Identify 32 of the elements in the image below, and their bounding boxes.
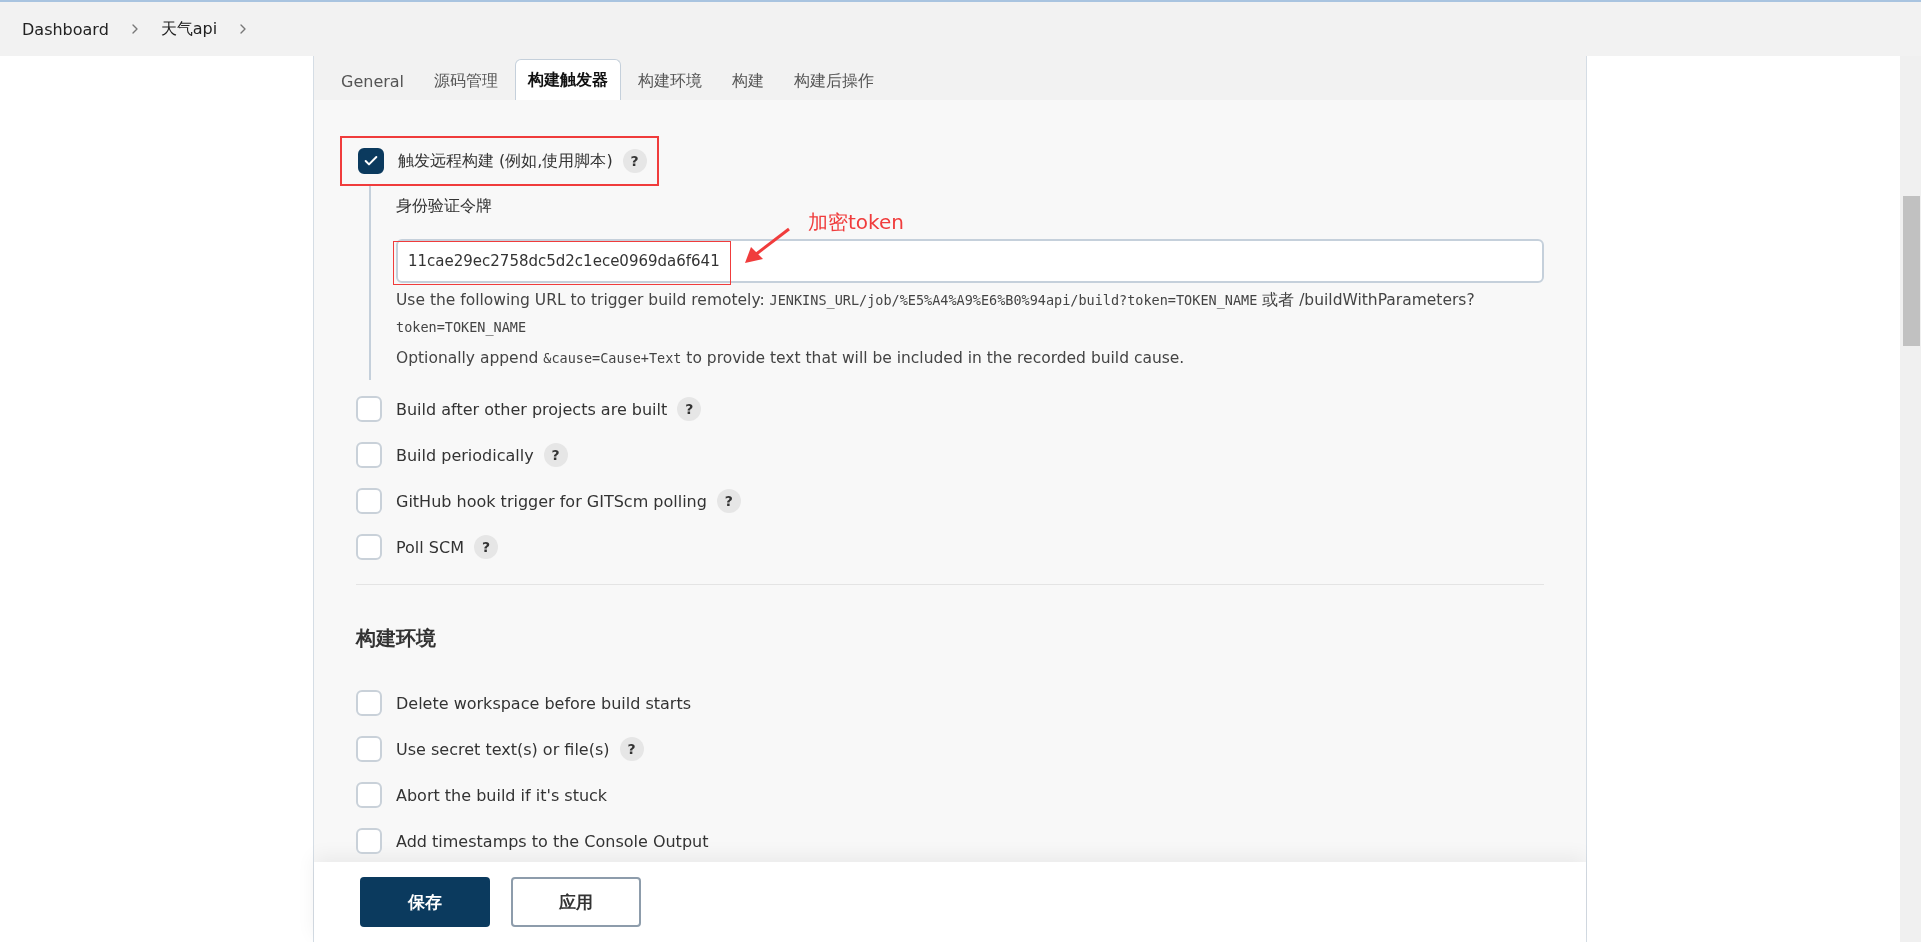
tab[interactable]: 构建 (719, 61, 778, 100)
checkbox-label: Poll SCM (396, 537, 464, 557)
breadcrumb-link[interactable]: Dashboard (22, 19, 109, 39)
token-input-field[interactable]: 11cae29ec2758dc5d2c1ece0969da6f641 (396, 239, 1544, 283)
help-icon[interactable]: ? (474, 535, 498, 559)
tab[interactable]: 构建环境 (625, 61, 716, 100)
checkbox-label: Build after other projects are built (396, 399, 668, 419)
tab[interactable]: 源码管理 (421, 61, 512, 100)
help-text: Use the following URL to trigger build remotely: JENKINS_URL/job/%E5%A4%A9%E6%B0%94api/build?token=TOKEN_NAME 或者 /buildWithParameters? token=TOKEN_NAME (396, 290, 1476, 338)
help-icon[interactable]: ? (677, 397, 702, 421)
checkbox-label: 触发远程构建 (例如,使用脚本) (398, 150, 613, 172)
annotation-text: 加密token (808, 209, 904, 236)
tab[interactable]: 构建后操作 (781, 61, 888, 100)
help-icon[interactable]: ? (619, 737, 644, 761)
help-text: Optionally append &cause=Cause+Text to provide text that will be included in the recorded build cause. (396, 348, 1186, 369)
field-label: 身份验证令牌 (396, 196, 492, 217)
checkbox[interactable] (358, 148, 384, 174)
checkbox-label: Add timestamps to the Console Output (396, 831, 709, 851)
apply-button[interactable]: 应用 (511, 877, 641, 927)
tab[interactable]: 构建触发器 (515, 59, 622, 100)
help-icon[interactable]: ? (622, 149, 647, 173)
checkbox-label: Use secret text(s) or file(s) (396, 739, 610, 759)
breadcrumb-link[interactable]: 天气api (160, 18, 218, 40)
checkbox-label: Delete workspace before build starts (396, 693, 691, 713)
checkbox-label: Abort the build if it's stuck (396, 785, 608, 805)
help-icon[interactable]: ? (543, 443, 568, 467)
checkbox-label: Build periodically (396, 445, 534, 465)
tab[interactable]: General (328, 61, 418, 100)
section-heading: 构建环境 (356, 625, 437, 652)
save-button[interactable]: 保存 (360, 877, 490, 927)
help-icon[interactable]: ? (716, 489, 741, 513)
checkbox-label: GitHub hook trigger for GITScm polling (396, 491, 707, 511)
